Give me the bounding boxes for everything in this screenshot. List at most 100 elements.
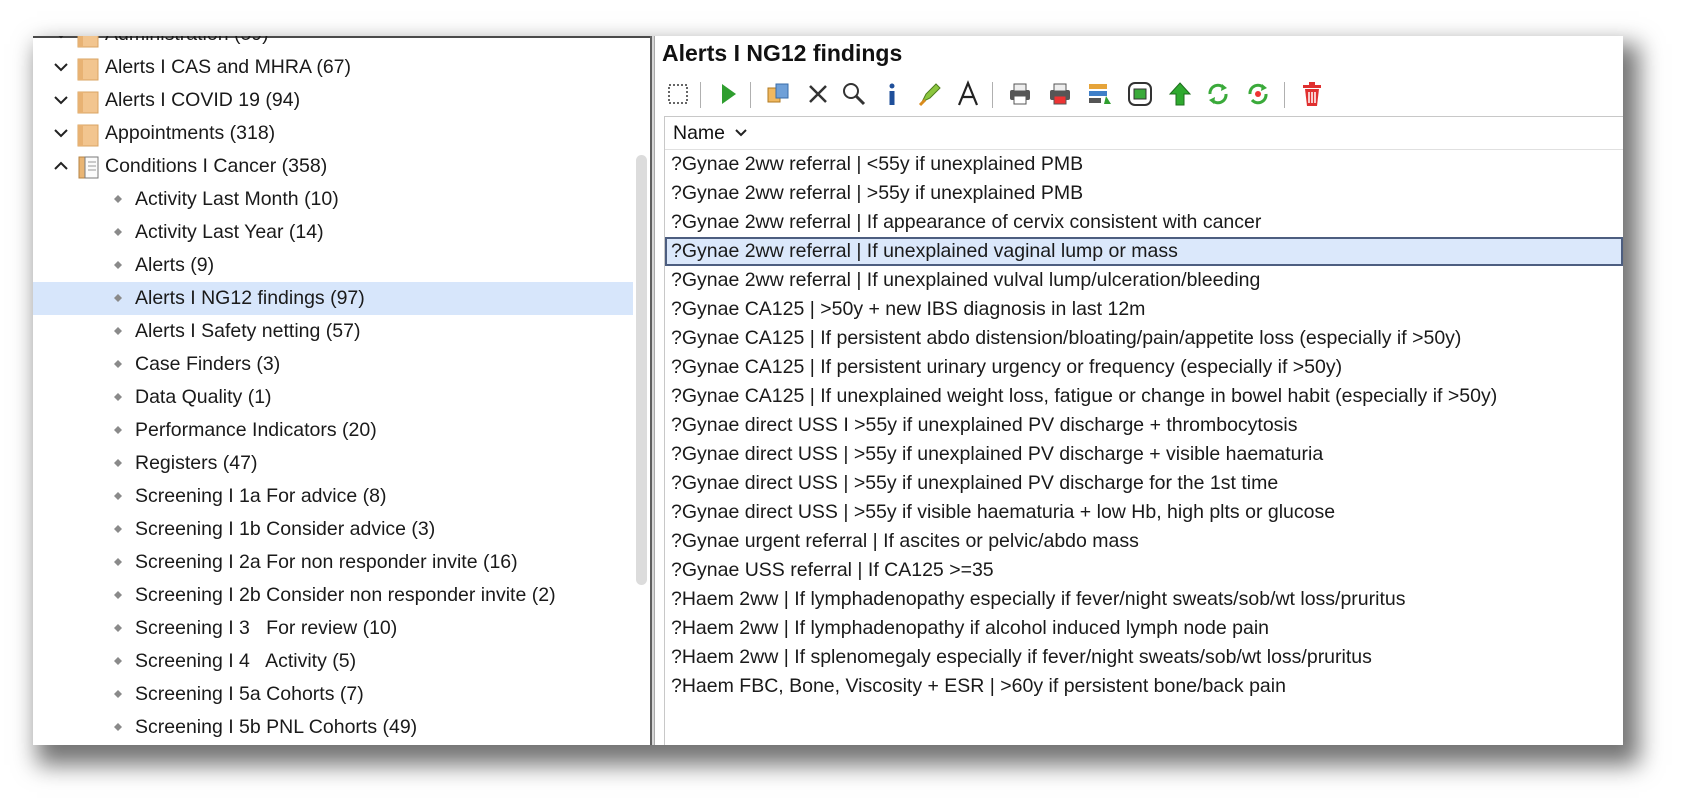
tree-item-label: Alerts (9) <box>135 254 215 276</box>
sync-icon[interactable] <box>1242 78 1274 110</box>
tree-item-data-quality[interactable]: Data Quality (1) <box>33 381 633 414</box>
list-item-selected[interactable]: ?Gynae 2ww referral | If unexplained vag… <box>665 237 1623 266</box>
list-item[interactable]: ?Gynae 2ww referral | If unexplained vul… <box>665 266 1623 295</box>
list-item[interactable]: ?Haem 2ww | If lymphadenopathy if alcoho… <box>665 614 1623 643</box>
delete-x-icon[interactable] <box>802 78 834 110</box>
diamond-bullet-icon <box>112 655 124 667</box>
report-icon[interactable] <box>1084 78 1116 110</box>
toolbar-separator <box>992 82 993 108</box>
app-window: Administration (59) Alerts I CAS and MHR… <box>33 36 1623 745</box>
list-item[interactable]: ?Gynae 2ww referral | >55y if unexplaine… <box>665 179 1623 208</box>
tree-item-label: Activity Last Month (10) <box>135 188 339 210</box>
main-pane: Alerts I NG12 findings Name ?Gynae 2ww r… <box>656 36 1623 745</box>
chevron-down-icon[interactable] <box>49 88 73 112</box>
diamond-bullet-icon <box>112 424 124 436</box>
tree-folder-conditions-cancer[interactable]: Conditions I Cancer (358) <box>33 150 633 183</box>
tree-item-performance-indicators[interactable]: Performance Indicators (20) <box>33 414 633 447</box>
list-item[interactable]: ?Gynae CA125 | If persistent abdo disten… <box>665 324 1623 353</box>
tree-folder-administration[interactable]: Administration (59) <box>33 36 633 51</box>
folder-icon <box>77 124 99 147</box>
tree-item-screening-1a[interactable]: Screening I 1a For advice (8) <box>33 480 633 513</box>
diamond-bullet-icon <box>112 721 124 733</box>
search-icon[interactable] <box>838 78 870 110</box>
tree-item-screening-5a[interactable]: Screening I 5a Cohorts (7) <box>33 678 633 711</box>
diamond-bullet-icon <box>112 259 124 271</box>
list-item[interactable]: ?Gynae direct USS I >55y if unexplained … <box>665 411 1623 440</box>
upload-icon[interactable] <box>1164 78 1196 110</box>
tree-item-label: Screening I 3 For review (10) <box>135 617 398 639</box>
tree-folder-alerts-covid[interactable]: Alerts I COVID 19 (94) <box>33 84 633 117</box>
tree-item-screening-1b[interactable]: Screening I 1b Consider advice (3) <box>33 513 633 546</box>
column-header-name[interactable]: Name <box>665 117 1623 150</box>
list-item[interactable]: ?Gynae CA125 | If persistent urinary urg… <box>665 353 1623 382</box>
info-icon[interactable] <box>876 78 908 110</box>
toolbar <box>656 76 1623 112</box>
list-item[interactable]: ?Gynae CA125 | >50y + new IBS diagnosis … <box>665 295 1623 324</box>
tree-item-screening-5b[interactable]: Screening I 5b PNL Cohorts (49) <box>33 711 633 744</box>
tree-item-alerts[interactable]: Alerts (9) <box>33 249 633 282</box>
select-all-icon[interactable] <box>662 78 694 110</box>
diamond-bullet-icon <box>112 391 124 403</box>
tree-item-registers[interactable]: Registers (47) <box>33 447 633 480</box>
tree-item-label: Alerts I NG12 findings (97) <box>135 287 365 309</box>
tree-item-screening-4[interactable]: Screening I 4 Activity (5) <box>33 645 633 678</box>
list-item[interactable]: ?Gynae urgent referral | If ascites or p… <box>665 527 1623 556</box>
chevron-down-icon[interactable] <box>49 55 73 79</box>
database-icon[interactable] <box>1124 78 1156 110</box>
font-icon[interactable] <box>952 78 984 110</box>
tree-item-activity-last-month[interactable]: Activity Last Month (10) <box>33 183 633 216</box>
tree-folder-label: Alerts I COVID 19 (94) <box>105 89 301 111</box>
tree-folder-label: Appointments (318) <box>105 122 276 144</box>
tree-item-label: Screening I 4 Activity (5) <box>135 650 357 672</box>
list-item[interactable]: ?Haem FBC, Bone, Viscosity + ESR | >60y … <box>665 672 1623 701</box>
diamond-bullet-icon <box>112 688 124 700</box>
folder-icon <box>77 58 99 81</box>
list-item[interactable]: ?Gynae direct USS | >55y if visible haem… <box>665 498 1623 527</box>
tree-item-screening-3[interactable]: Screening I 3 For review (10) <box>33 612 633 645</box>
refresh-icon[interactable] <box>1202 78 1234 110</box>
page-title: Alerts I NG12 findings <box>662 40 903 66</box>
highlight-icon[interactable] <box>914 78 946 110</box>
tree-folder-appointments[interactable]: Appointments (318) <box>33 117 633 150</box>
tree-item-alerts-ng12-findings[interactable]: Alerts I NG12 findings (97) <box>33 282 633 315</box>
trash-icon[interactable] <box>1296 78 1328 110</box>
tree-folder-label: Alerts I CAS and MHRA (67) <box>105 56 351 78</box>
print-icon[interactable] <box>1004 78 1036 110</box>
folder-icon <box>77 91 99 114</box>
diamond-bullet-icon <box>112 292 124 304</box>
list-item[interactable]: ?Gynae CA125 | If unexplained weight los… <box>665 382 1623 411</box>
tree-item-alerts-safety-netting[interactable]: Alerts I Safety netting (57) <box>33 315 633 348</box>
diamond-bullet-icon <box>112 226 124 238</box>
chevron-up-icon[interactable] <box>49 154 73 178</box>
list-item[interactable]: ?Haem 2ww | If splenomegaly especially i… <box>665 643 1623 672</box>
tree-item-case-finders[interactable]: Case Finders (3) <box>33 348 633 381</box>
list-item[interactable]: ?Gynae USS referral | If CA125 >=35 <box>665 556 1623 585</box>
tree-scrollbar[interactable] <box>636 155 647 585</box>
tree-item-screening-2a[interactable]: Screening I 2a For non responder invite … <box>33 546 633 579</box>
list-item[interactable]: ?Gynae direct USS | >55y if unexplained … <box>665 440 1623 469</box>
list-item[interactable]: ?Gynae 2ww referral | <55y if unexplaine… <box>665 150 1623 179</box>
tree-item-label: Screening I 5b PNL Cohorts (49) <box>135 716 418 738</box>
run-icon[interactable] <box>712 78 744 110</box>
copy-icon[interactable] <box>762 78 794 110</box>
column-header-label: Name <box>673 122 726 144</box>
diamond-bullet-icon <box>112 622 124 634</box>
tree-item-label: Case Finders (3) <box>135 353 281 375</box>
toolbar-separator <box>700 82 701 108</box>
print-red-icon[interactable] <box>1044 78 1076 110</box>
tree-item-activity-last-year[interactable]: Activity Last Year (14) <box>33 216 633 249</box>
toolbar-separator <box>750 82 751 108</box>
diamond-bullet-icon <box>112 556 124 568</box>
list-item[interactable]: ?Gynae direct USS | >55y if unexplained … <box>665 469 1623 498</box>
tree-folder-alerts-cas-mhra[interactable]: Alerts I CAS and MHRA (67) <box>33 51 633 84</box>
tree-item-label: Registers (47) <box>135 452 258 474</box>
chevron-down-icon[interactable] <box>49 36 73 46</box>
chevron-down-icon <box>735 129 747 137</box>
chevron-down-icon[interactable] <box>49 121 73 145</box>
book-icon <box>78 156 99 179</box>
tree-item-screening-2b[interactable]: Screening I 2b Consider non responder in… <box>33 579 633 612</box>
tree-item-label: Data Quality (1) <box>135 386 272 408</box>
list-item[interactable]: ?Gynae 2ww referral | If appearance of c… <box>665 208 1623 237</box>
pane-splitter[interactable] <box>650 36 655 745</box>
list-item[interactable]: ?Haem 2ww | If lymphadenopathy especiall… <box>665 585 1623 614</box>
